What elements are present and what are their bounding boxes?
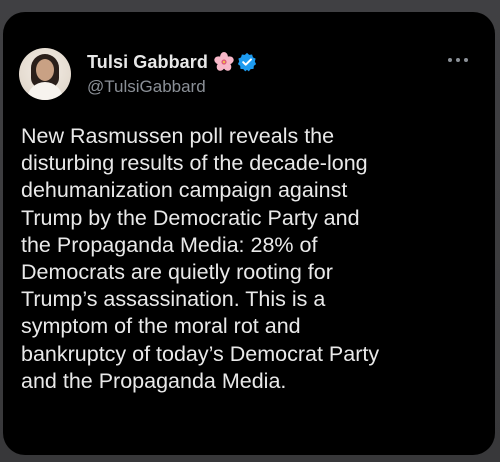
more-options-icon[interactable] [447, 56, 469, 64]
hibiscus-flower-icon [214, 52, 234, 71]
post-card[interactable]: Tulsi Gabbard @TulsiGabbard New Rasmusse… [3, 12, 495, 455]
avatar-body [27, 82, 63, 100]
author-handle[interactable]: @TulsiGabbard [87, 77, 206, 97]
author-display-name[interactable]: Tulsi Gabbard [87, 52, 208, 73]
avatar[interactable] [19, 48, 71, 100]
post-text: New Rasmussen poll reveals the disturbin… [21, 124, 380, 393]
screenshot-frame: Tulsi Gabbard @TulsiGabbard New Rasmusse… [0, 0, 500, 462]
author-name-row: Tulsi Gabbard [87, 50, 257, 74]
avatar-face [36, 59, 54, 81]
verified-badge-icon [237, 52, 257, 72]
